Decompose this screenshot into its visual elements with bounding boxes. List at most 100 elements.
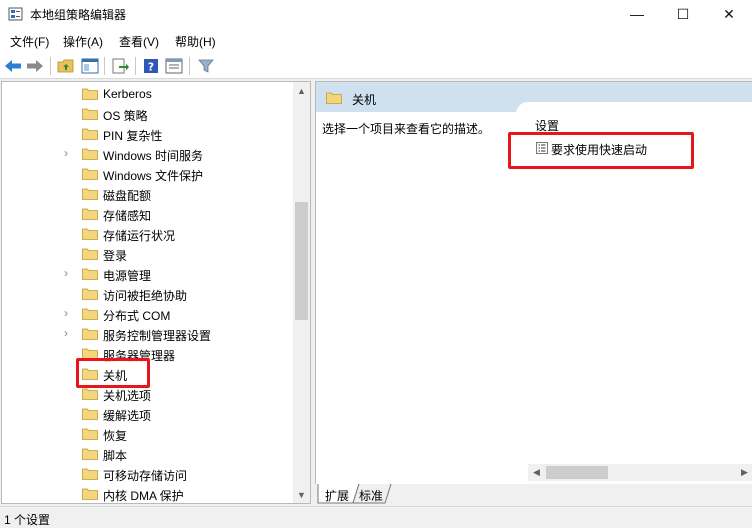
tree-item-label: 分布式 COM (103, 309, 171, 323)
folder-icon (82, 148, 98, 160)
filter-icon[interactable] (196, 56, 216, 76)
folder-icon (326, 92, 342, 104)
scroll-right-icon[interactable]: ▶ (736, 464, 752, 481)
folder-icon (82, 248, 98, 260)
tree-item-label: PIN 复杂性 (103, 129, 163, 143)
tree-item-label: OS 策略 (103, 109, 148, 123)
status-text: 1 个设置 (4, 513, 51, 527)
folder-icon (82, 308, 98, 320)
tree-item-label: 登录 (103, 249, 128, 263)
scroll-left-icon[interactable]: ◀ (528, 464, 545, 481)
tree-item-label: Kerberos (103, 87, 152, 101)
tree-item-label: Windows 时间服务 (103, 149, 204, 163)
tree-item[interactable]: › 服务控制管理器设置 (2, 323, 294, 343)
expand-chevron-icon[interactable]: › (64, 306, 68, 320)
folder-icon (82, 208, 98, 220)
tree-item-label: 存储感知 (103, 209, 152, 223)
close-button[interactable]: ✕ (706, 0, 752, 28)
tree-item[interactable]: 存储感知 (2, 203, 294, 223)
tree-item-label: 脚本 (103, 449, 128, 463)
folder-icon (82, 108, 98, 120)
description-text: 选择一个项目来查看它的描述。 (322, 122, 491, 136)
tree-item[interactable]: 脚本 (2, 443, 294, 463)
tab-standard[interactable]: 标准 (353, 484, 389, 504)
tree-item[interactable]: Windows 文件保护 (2, 163, 294, 183)
tree-item-label: 可移动存储访问 (103, 469, 188, 483)
tree-item[interactable]: PIN 复杂性 (2, 123, 294, 143)
folder-icon (82, 468, 98, 480)
expand-chevron-icon[interactable]: › (64, 146, 68, 160)
menu-file[interactable]: 文件(F) (10, 33, 49, 50)
expand-chevron-icon[interactable]: › (64, 266, 68, 280)
tree-item[interactable]: › Windows 时间服务 (2, 143, 294, 163)
tree-item[interactable]: Kerberos (2, 83, 294, 103)
folder-icon (82, 388, 98, 400)
up-folder-icon[interactable] (56, 56, 76, 76)
title-bar: 本地组策略编辑器 — ☐ ✕ (0, 0, 752, 28)
folder-icon (82, 268, 98, 280)
minimize-button[interactable]: — (614, 0, 660, 28)
horizontal-scroll-thumb[interactable] (546, 466, 608, 479)
tree-item[interactable]: › 电源管理 (2, 263, 294, 283)
tree-item[interactable]: › 分布式 COM (2, 303, 294, 323)
status-bar: 1 个设置 (0, 506, 752, 528)
tree-item[interactable]: 恢复 (2, 423, 294, 443)
tab-extended[interactable]: 扩展 (319, 484, 355, 504)
folder-icon (82, 88, 98, 100)
tree-item-label: 存储运行状况 (103, 229, 176, 243)
folder-icon (82, 448, 98, 460)
tree-item-label: 电源管理 (103, 269, 152, 283)
forward-arrow-icon[interactable] (25, 56, 45, 76)
tree-item[interactable]: 登录 (2, 243, 294, 263)
folder-icon (82, 328, 98, 340)
tree-item-label: 服务控制管理器设置 (103, 329, 212, 343)
svg-text:?: ? (148, 61, 154, 74)
menu-view[interactable]: 查看(V) (119, 33, 159, 50)
folder-icon (82, 408, 98, 420)
folder-icon (82, 188, 98, 200)
tree-pane[interactable]: Kerberos OS 策略 PIN 复杂性 › Windows 时间服务 Windows… (1, 81, 311, 504)
maximize-button[interactable]: ☐ (660, 0, 706, 28)
tree-item[interactable]: 内核 DMA 保护 (2, 483, 294, 503)
toolbar: ? (0, 52, 752, 79)
export-list-icon[interactable] (110, 56, 130, 76)
tree-item[interactable]: 磁盘配额 (2, 183, 294, 203)
tree-item-label: 磁盘配额 (103, 189, 152, 203)
tree-vertical-scrollbar[interactable]: ▲ ▼ (293, 82, 310, 503)
tree-item[interactable]: 可移动存储访问 (2, 463, 294, 483)
tree-item-label: Windows 文件保护 (103, 169, 204, 183)
back-arrow-icon[interactable] (3, 56, 23, 76)
tree-item[interactable]: 访问被拒绝协助 (2, 283, 294, 303)
scroll-up-icon[interactable]: ▲ (293, 82, 310, 99)
tree-item[interactable]: 缓解选项 (2, 403, 294, 423)
menu-help[interactable]: 帮助(H) (175, 33, 216, 50)
detail-header-title: 关机 (352, 93, 377, 107)
group-policy-app-icon (8, 7, 23, 21)
highlight-box-setting (508, 132, 694, 169)
tree-item-label: 缓解选项 (103, 409, 152, 423)
tree-item[interactable]: 存储运行状况 (2, 223, 294, 243)
menu-action[interactable]: 操作(A) (63, 33, 103, 50)
highlight-box-shutdown (76, 358, 150, 388)
menu-bar: 文件(F) 操作(A) 查看(V) 帮助(H) (0, 28, 752, 52)
detail-horizontal-scrollbar[interactable]: ◀ ▶ (528, 464, 752, 481)
folder-icon (82, 288, 98, 300)
tree-item[interactable]: OS 策略 (2, 103, 294, 123)
tree-item-label: 恢复 (103, 429, 128, 443)
folder-icon (82, 428, 98, 440)
tree-item-label: 内核 DMA 保护 (103, 489, 184, 503)
folder-icon (82, 228, 98, 240)
folder-icon (82, 128, 98, 140)
scroll-thumb[interactable] (295, 202, 308, 320)
properties-icon[interactable] (164, 56, 184, 76)
scroll-down-icon[interactable]: ▼ (293, 486, 310, 503)
show-hide-tree-icon[interactable] (80, 56, 100, 76)
folder-icon (82, 168, 98, 180)
tree-item-label: 关机选项 (103, 389, 152, 403)
folder-icon (82, 488, 98, 500)
help-icon[interactable]: ? (141, 56, 161, 76)
tree-item-label: 访问被拒绝协助 (103, 289, 188, 303)
window-title: 本地组策略编辑器 (30, 8, 127, 22)
expand-chevron-icon[interactable]: › (64, 326, 68, 340)
view-tabs: 扩展 标准 (315, 484, 752, 504)
